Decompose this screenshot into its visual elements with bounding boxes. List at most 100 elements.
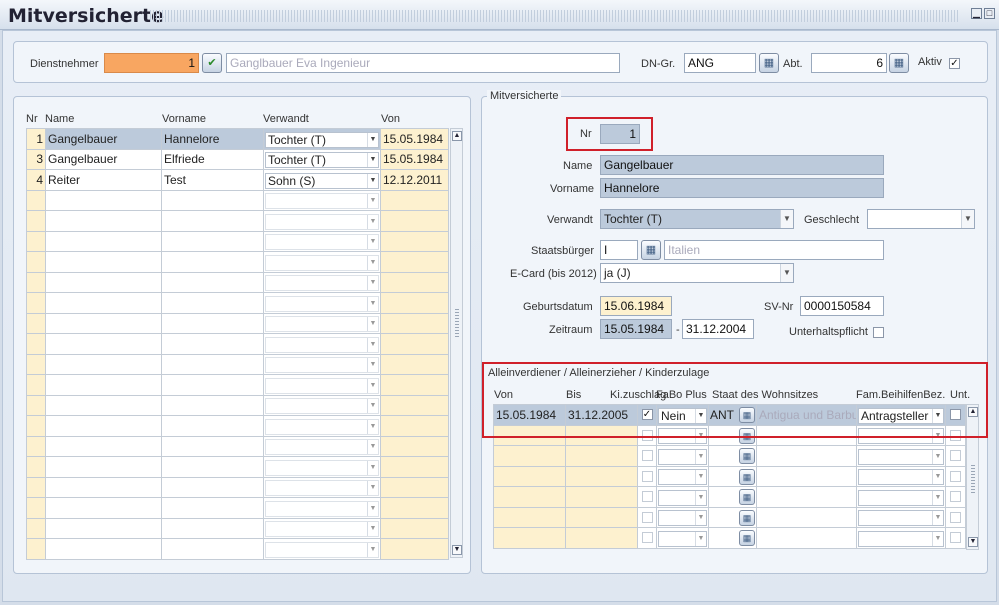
cell-von[interactable] bbox=[380, 497, 449, 519]
cell-vorname[interactable] bbox=[161, 292, 264, 314]
cell-staat_code[interactable]: ▦ bbox=[708, 506, 757, 528]
cell-verwandt[interactable]: ▼ bbox=[263, 333, 381, 355]
cell-von[interactable] bbox=[380, 353, 449, 375]
table-row[interactable]: ▼ ▦ ▼ bbox=[493, 506, 966, 528]
cell-verwandt[interactable]: ▼ bbox=[263, 435, 381, 457]
cell-staat_name[interactable] bbox=[756, 465, 857, 487]
cell-unt[interactable] bbox=[945, 486, 966, 508]
cell-name[interactable] bbox=[45, 230, 162, 252]
fam-dropdown[interactable]: ▼ bbox=[858, 530, 944, 547]
cell-nr[interactable] bbox=[26, 497, 46, 519]
cell-nr[interactable] bbox=[26, 292, 46, 314]
verwandt-dropdown[interactable]: ▼ bbox=[265, 193, 379, 210]
cell-vorname[interactable]: Elfriede bbox=[161, 148, 264, 170]
verwandt-dropdown[interactable]: ▼ bbox=[265, 336, 379, 353]
cell-verwandt[interactable]: ▼ bbox=[263, 271, 381, 293]
cell-verwandt[interactable]: Sohn (S) ▼ bbox=[263, 169, 381, 191]
calendar-lookup-icon[interactable]: ▦ bbox=[641, 240, 661, 260]
cell-name[interactable] bbox=[45, 538, 162, 560]
cell-von[interactable] bbox=[493, 527, 566, 549]
cell-nr[interactable] bbox=[26, 456, 46, 478]
calendar-lookup-icon[interactable]: ▦ bbox=[739, 509, 755, 526]
cell-verwandt[interactable]: ▼ bbox=[263, 456, 381, 478]
table-row[interactable]: ▼ bbox=[26, 476, 449, 498]
fam-dropdown[interactable]: ▼ bbox=[858, 510, 944, 527]
cell-name[interactable] bbox=[45, 374, 162, 396]
cell-vorname[interactable] bbox=[161, 497, 264, 519]
cell-staat_code[interactable]: ▦ bbox=[708, 465, 757, 487]
cell-nr[interactable] bbox=[26, 538, 46, 560]
cell-vorname[interactable] bbox=[161, 435, 264, 457]
cell-vorname[interactable] bbox=[161, 517, 264, 539]
table-row[interactable]: ▼ bbox=[26, 333, 449, 355]
cell-name[interactable] bbox=[45, 333, 162, 355]
calendar-lookup-icon[interactable]: ▦ bbox=[889, 53, 909, 73]
zeitraum-from-field[interactable]: 15.05.1984 bbox=[600, 319, 672, 339]
table-row[interactable]: ▼ bbox=[26, 230, 449, 252]
cell-vorname[interactable] bbox=[161, 189, 264, 211]
verwandt-dropdown[interactable]: ▼ bbox=[265, 459, 379, 476]
staatsbuerger-code-field[interactable]: I bbox=[600, 240, 638, 260]
aktiv-checkbox[interactable]: ✓ bbox=[949, 58, 960, 69]
cell-nr[interactable] bbox=[26, 210, 46, 232]
cell-verwandt[interactable]: Tochter (T) ▼ bbox=[263, 128, 381, 150]
verwandt-dropdown[interactable]: ▼ bbox=[265, 316, 379, 333]
table-row[interactable]: ▼ ▦ ▼ bbox=[493, 445, 966, 467]
staatsbuerger-name-field[interactable]: Italien bbox=[664, 240, 884, 260]
cell-nr[interactable] bbox=[26, 517, 46, 539]
verwandt-dropdown[interactable]: ▼ bbox=[265, 398, 379, 415]
cell-staat_name[interactable] bbox=[756, 506, 857, 528]
cell-nr[interactable] bbox=[26, 415, 46, 437]
cell-von[interactable] bbox=[493, 486, 566, 508]
cell-von[interactable] bbox=[380, 333, 449, 355]
cell-staat_code[interactable]: ▦ bbox=[708, 445, 757, 467]
cell-vorname[interactable] bbox=[161, 312, 264, 334]
cell-verwandt[interactable]: ▼ bbox=[263, 230, 381, 252]
cell-von[interactable] bbox=[380, 251, 449, 273]
cell-nr[interactable] bbox=[26, 271, 46, 293]
cell-verwandt[interactable]: Tochter (T) ▼ bbox=[263, 148, 381, 170]
cell-nr[interactable] bbox=[26, 476, 46, 498]
cell-von[interactable]: 15.05.1984 bbox=[380, 128, 449, 150]
cell-vorname[interactable] bbox=[161, 374, 264, 396]
fam-dropdown[interactable]: ▼ bbox=[858, 489, 944, 506]
table-row[interactable]: ▼ bbox=[26, 271, 449, 293]
geschlecht-select[interactable]: ▼ bbox=[867, 209, 975, 229]
cell-ki[interactable] bbox=[637, 506, 657, 528]
verwandt-dropdown[interactable]: ▼ bbox=[265, 377, 379, 394]
cell-name[interactable]: Gangelbauer bbox=[45, 148, 162, 170]
ecard-select[interactable]: ja (J) ▼ bbox=[600, 263, 794, 283]
scroll-down-icon[interactable]: ▼ bbox=[452, 545, 462, 555]
cell-bis[interactable] bbox=[565, 486, 638, 508]
cell-staat_code[interactable]: ▦ bbox=[708, 527, 757, 549]
unt-checkbox[interactable] bbox=[950, 491, 961, 503]
cell-vorname[interactable] bbox=[161, 210, 264, 232]
cell-fam[interactable]: ▼ bbox=[856, 486, 946, 508]
cell-von[interactable] bbox=[493, 445, 566, 467]
cell-von[interactable]: 12.12.2011 bbox=[380, 169, 449, 191]
cell-fam[interactable]: ▼ bbox=[856, 506, 946, 528]
unt-checkbox[interactable] bbox=[950, 470, 961, 482]
cell-von[interactable] bbox=[380, 292, 449, 314]
cell-nr[interactable]: 4 bbox=[26, 169, 46, 191]
cell-ki[interactable] bbox=[637, 445, 657, 467]
cell-von[interactable] bbox=[493, 506, 566, 528]
verwandt-dropdown[interactable]: ▼ bbox=[265, 521, 379, 538]
dngr-field[interactable]: ANG bbox=[684, 53, 756, 73]
fam-dropdown[interactable]: ▼ bbox=[858, 448, 944, 465]
cell-name[interactable] bbox=[45, 210, 162, 232]
calendar-lookup-icon[interactable]: ▦ bbox=[739, 468, 755, 485]
cell-name[interactable] bbox=[45, 292, 162, 314]
cell-von[interactable] bbox=[380, 394, 449, 416]
verwandt-dropdown[interactable]: ▼ bbox=[265, 275, 379, 292]
cell-verwandt[interactable]: ▼ bbox=[263, 210, 381, 232]
cell-name[interactable] bbox=[45, 353, 162, 375]
cell-name[interactable] bbox=[45, 435, 162, 457]
cell-von[interactable] bbox=[380, 189, 449, 211]
cell-verwandt[interactable]: ▼ bbox=[263, 476, 381, 498]
table-row[interactable]: ▼ bbox=[26, 292, 449, 314]
cell-unt[interactable] bbox=[945, 506, 966, 528]
cell-von[interactable] bbox=[380, 435, 449, 457]
calendar-lookup-icon[interactable]: ▦ bbox=[759, 53, 779, 73]
cell-von[interactable] bbox=[380, 538, 449, 560]
